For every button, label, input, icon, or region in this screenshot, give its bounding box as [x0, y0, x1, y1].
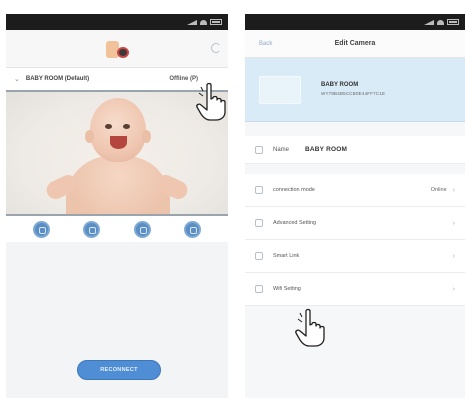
- camera-controls: [6, 214, 228, 242]
- snapshot-icon[interactable]: [83, 220, 101, 238]
- camera-list-screen: ⌄ BABY ROOM (Default) Offline (P) RECONN…: [6, 14, 228, 398]
- name-value[interactable]: BABY ROOM: [305, 146, 347, 153]
- edit-camera-screen: Back Edit Camera BABY ROOM WY78B4B5CCB0E…: [245, 14, 465, 398]
- pointing-hand-icon: [295, 308, 325, 347]
- settings-item-wifi-setting[interactable]: Wifi Setting ›: [245, 273, 465, 306]
- baby-image: [66, 156, 170, 214]
- settings-item-label: connection mode: [273, 187, 315, 193]
- app-header: Back Edit Camera: [245, 30, 465, 58]
- device-card: BABY ROOM WY78B4B5CCB0E44FF7C1E: [245, 58, 465, 122]
- wifi-icon: [255, 285, 263, 293]
- reconnect-button[interactable]: RECONNECT: [77, 360, 161, 380]
- status-bar: [6, 14, 228, 30]
- camera-name: BABY ROOM (Default): [25, 76, 90, 82]
- playback-icon[interactable]: [133, 220, 151, 238]
- chevron-down-icon: ⌄: [14, 76, 20, 83]
- settings-item-value: Online: [430, 187, 447, 193]
- wifi-icon: [200, 19, 207, 25]
- settings-list: connection mode Online › Advanced Settin…: [245, 174, 465, 306]
- device-name: BABY ROOM: [321, 82, 359, 88]
- wifi-icon: [437, 19, 444, 25]
- chevron-right-icon: ›: [452, 219, 455, 227]
- status-bar: [245, 14, 465, 30]
- name-field[interactable]: Name BABY ROOM: [245, 136, 465, 164]
- refresh-icon[interactable]: [211, 43, 221, 53]
- status-icons: [424, 19, 459, 25]
- chevron-right-icon: ›: [452, 252, 455, 260]
- chevron-right-icon: ›: [452, 186, 455, 194]
- smart-link-icon: [255, 252, 263, 260]
- signal-icon: [187, 19, 197, 25]
- settings-item-label: Wifi Setting: [273, 286, 301, 292]
- talk-icon[interactable]: [184, 220, 202, 238]
- signal-icon: [424, 19, 434, 25]
- app-logo-icon: [106, 39, 132, 61]
- device-id: WY78B4B5CCB0E44FF7C1E: [321, 91, 386, 96]
- page-title: Edit Camera: [334, 40, 376, 47]
- settings-item-label: Smart Link: [273, 253, 300, 259]
- settings-item-smart-link[interactable]: Smart Link ›: [245, 240, 465, 273]
- settings-item-connection-mode[interactable]: connection mode Online ›: [245, 174, 465, 207]
- name-label: Name: [273, 146, 290, 153]
- status-icons: [187, 19, 222, 25]
- record-icon[interactable]: [32, 220, 50, 238]
- link-icon: [255, 186, 263, 194]
- camera-thumbnail: [259, 76, 301, 104]
- battery-icon: [447, 19, 459, 25]
- app-header: [6, 30, 228, 68]
- settings-item-advanced-setting[interactable]: Advanced Setting ›: [245, 207, 465, 240]
- pointing-hand-icon: [196, 82, 226, 121]
- battery-icon: [210, 19, 222, 25]
- settings-icon: [255, 219, 263, 227]
- tag-icon: [255, 145, 263, 154]
- settings-item-label: Advanced Setting: [273, 220, 317, 226]
- chevron-right-icon: ›: [452, 285, 455, 293]
- camera-status: Offline (P): [169, 76, 198, 82]
